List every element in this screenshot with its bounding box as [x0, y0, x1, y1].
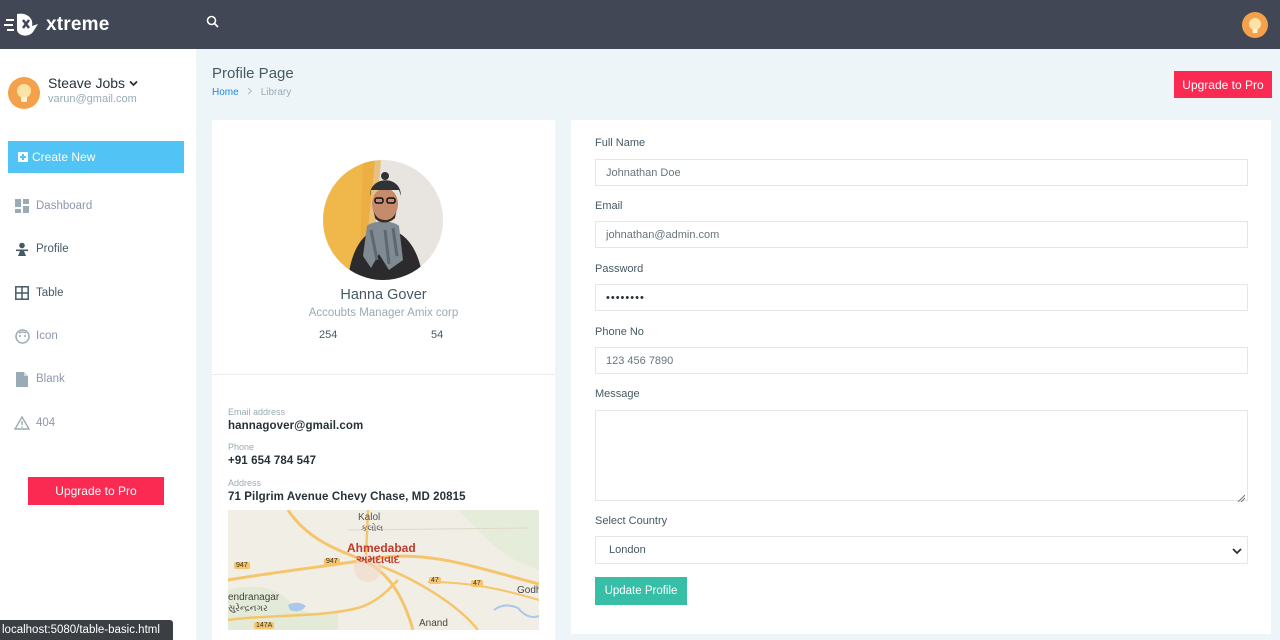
profile-photo	[323, 160, 443, 280]
stat-value: 254	[319, 329, 338, 341]
user-email: varun@gmail.com	[48, 93, 137, 105]
map-road-label: 947	[234, 562, 250, 569]
logo[interactable]: xtreme	[4, 12, 110, 38]
sidebar-item-table[interactable]: Table	[14, 283, 64, 303]
card-divider	[212, 374, 555, 375]
country-value: London	[609, 544, 646, 556]
profile-role: Accoubts Manager Amix corp	[308, 307, 459, 319]
map-label-ahmedabad: Ahmedabad	[347, 541, 416, 555]
map-road-label: 47	[471, 580, 483, 587]
email-value: hannagover@gmail.com	[228, 420, 364, 432]
map-road-label: 947	[324, 558, 340, 565]
country-label: Select Country	[595, 515, 668, 527]
sidebar-item-blank[interactable]: Blank	[14, 369, 65, 389]
sidebar-item-icon[interactable]: Icon	[14, 326, 58, 346]
sidebar-item-404[interactable]: 404	[14, 413, 55, 433]
topbar: xtreme	[0, 0, 1280, 49]
create-new-button[interactable]: Create New	[8, 141, 184, 173]
logo-icon	[4, 12, 40, 38]
sidebar-item-label: Profile	[36, 243, 69, 255]
profile-stat-followers[interactable]: 254	[319, 329, 337, 341]
create-new-label: Create New	[32, 150, 96, 164]
full-name-field[interactable]	[595, 159, 1248, 186]
dashboard-icon	[14, 198, 30, 214]
sidebar-avatar[interactable]	[8, 77, 40, 109]
chevron-down-icon	[1231, 545, 1243, 557]
sidebar-item-label: Dashboard	[36, 200, 93, 212]
profile-icon	[14, 241, 30, 257]
breadcrumb-home-link[interactable]: Home	[212, 87, 239, 98]
profile-stat-following[interactable]: 54	[431, 329, 443, 341]
face-icon	[14, 328, 30, 344]
user-name-dropdown[interactable]: Steave Jobs	[48, 75, 138, 91]
phone-field[interactable]	[595, 347, 1248, 374]
update-profile-button[interactable]: Update Profile	[595, 577, 687, 605]
phone-value: +91 654 784 547	[228, 455, 317, 467]
address-label: Address	[228, 478, 262, 488]
header-upgrade-button[interactable]: Upgrade to Pro	[1174, 71, 1272, 98]
sidebar-upgrade-button[interactable]: Upgrade to Pro	[28, 477, 164, 505]
map-road-label: 147A	[254, 622, 275, 629]
map-label-anand: Anand	[419, 618, 448, 629]
location-map[interactable]: Kalol કલોલ Ahmedabad અમદાવાદ endranagar …	[228, 510, 539, 630]
full-name-label: Full Name	[595, 137, 646, 149]
email-label: Email	[595, 200, 623, 212]
chevron-right-icon	[247, 87, 253, 98]
sidebar-item-label: 404	[36, 417, 56, 429]
message-label: Message	[595, 388, 640, 400]
profile-form-card: Full Name Email Password •••••••• Phone …	[571, 120, 1271, 634]
map-road-label: 47	[429, 577, 441, 584]
chevron-down-icon	[129, 79, 138, 88]
password-field[interactable]: ••••••••	[595, 284, 1248, 311]
resize-handle-icon[interactable]	[1237, 490, 1246, 503]
country-select[interactable]: London	[595, 536, 1248, 564]
sidebar-item-label: Icon	[36, 330, 58, 342]
file-icon	[14, 371, 30, 387]
profile-card: Hanna Gover Accoubts Manager Amix corp 2…	[212, 120, 555, 640]
phone-label: Phone No	[595, 326, 644, 338]
stat-value: 54	[431, 329, 444, 341]
map-label-kalol: Kalol	[358, 512, 381, 523]
password-label: Password	[595, 263, 644, 275]
user-avatar-icon[interactable]	[1242, 12, 1268, 38]
plus-icon	[18, 152, 28, 162]
email-field[interactable]	[595, 221, 1248, 248]
profile-name: Hanna Gover	[340, 287, 427, 303]
map-label-surendranagar: endranagar	[228, 592, 280, 603]
table-icon	[14, 285, 30, 301]
address-value: 71 Pilgrim Avenue Chevy Chase, MD 20815	[228, 491, 466, 503]
sidebar-item-label: Blank	[36, 373, 65, 385]
sidebar: Steave Jobs varun@gmail.com Create New D…	[0, 49, 196, 640]
map-label-godhra: Godh	[517, 585, 539, 596]
browser-status-bar: localhost:5080/table-basic.html	[0, 620, 173, 640]
email-label: Email address	[228, 407, 286, 417]
message-field[interactable]	[595, 410, 1248, 503]
sidebar-item-profile[interactable]: Profile	[14, 239, 69, 259]
search-icon[interactable]	[205, 14, 221, 30]
warning-icon	[14, 415, 30, 431]
user-name: Steave Jobs	[48, 75, 126, 91]
map-label-ahmedabad-local: અમદાવાદ	[356, 554, 400, 566]
breadcrumb-current: Library	[260, 87, 292, 98]
sidebar-item-dashboard[interactable]: Dashboard	[14, 196, 92, 216]
page-title: Profile Page	[212, 65, 294, 82]
logo-text: xtreme	[46, 14, 110, 35]
breadcrumb: Home Library	[212, 87, 291, 98]
phone-label: Phone	[228, 442, 255, 452]
map-label-kalol-local: કલોલ	[361, 523, 384, 533]
sidebar-item-label: Table	[36, 287, 64, 299]
map-label-surendranagar-local: સુરેન્દ્રનગર	[228, 603, 268, 613]
